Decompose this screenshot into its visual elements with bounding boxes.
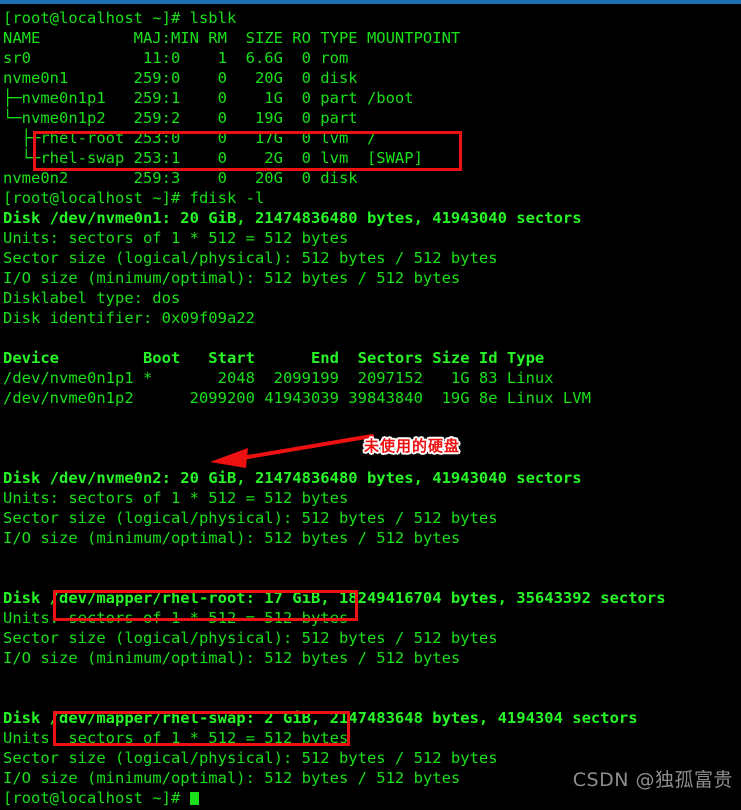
terminal-line: Disk /dev/mapper/rhel-root: 17 GiB, 1824… [3,589,666,607]
terminal-line: sr0 11:0 1 6.6G 0 rom [3,49,349,67]
terminal-line: Disk /dev/nvme0n1: 20 GiB, 21474836480 b… [3,209,582,227]
terminal-line: ├─rhel-root 253:0 0 17G 0 lvm / [3,129,377,147]
terminal-line: I/O size (minimum/optimal): 512 bytes / … [3,529,461,547]
terminal-line: ├─nvme0n1p1 259:1 0 1G 0 part /boot [3,89,414,107]
terminal-line: nvme0n1 259:0 0 20G 0 disk [3,69,358,87]
terminal-line: I/O size (minimum/optimal): 512 bytes / … [3,649,461,667]
terminal-line: [root@localhost ~]# lsblk [3,9,237,27]
terminal-line: Disk identifier: 0x09f09a22 [3,309,255,327]
terminal-line: /dev/nvme0n1p1 * 2048 2099199 2097152 1G… [3,369,554,387]
terminal-line: Units: sectors of 1 * 512 = 512 bytes [3,609,349,627]
terminal-line: Units: sectors of 1 * 512 = 512 bytes [3,229,349,247]
terminal-cursor [189,792,199,805]
terminal-line: Disklabel type: dos [3,289,181,307]
terminal-line: Sector size (logical/physical): 512 byte… [3,629,498,647]
terminal-line: Disk /dev/mapper/rhel-swap: 2 GiB, 21474… [3,709,638,727]
terminal-line: nvme0n2 259:3 0 20G 0 disk [3,169,358,187]
terminal-screenshot: [root@localhost ~]# lsblk NAME MAJ:MIN RM… [0,0,741,810]
terminal-line: NAME MAJ:MIN RM SIZE RO TYPE MOUNTPOINT [3,29,461,47]
terminal-line: Device Boot Start End Sectors Size Id Ty… [3,349,545,367]
terminal-line: /dev/nvme0n1p2 2099200 41943039 39843840… [3,389,591,407]
terminal-prompt: [root@localhost ~]# [3,789,181,807]
unused-disk-arrow-icon [210,434,374,468]
terminal-line: I/O size (minimum/optimal): 512 bytes / … [3,269,461,287]
terminal-line: [root@localhost ~]# fdisk -l [3,189,265,207]
terminal-line: └─nvme0n1p2 259:2 0 19G 0 part [3,109,358,127]
terminal-line: Units: sectors of 1 * 512 = 512 bytes [3,489,349,507]
terminal-line: Sector size (logical/physical): 512 byte… [3,509,498,527]
terminal-line: Units: sectors of 1 * 512 = 512 bytes [3,729,349,747]
terminal-output[interactable]: [root@localhost ~]# lsblk NAME MAJ:MIN RM… [0,4,741,808]
csdn-watermark: CSDN @独孤富贵 [572,769,733,791]
terminal-line: └─rhel-swap 253:1 0 2G 0 lvm [SWAP] [3,149,423,167]
terminal-line: Sector size (logical/physical): 512 byte… [3,249,498,267]
unused-disk-annotation-label: 未使用的硬盘 [364,437,461,455]
